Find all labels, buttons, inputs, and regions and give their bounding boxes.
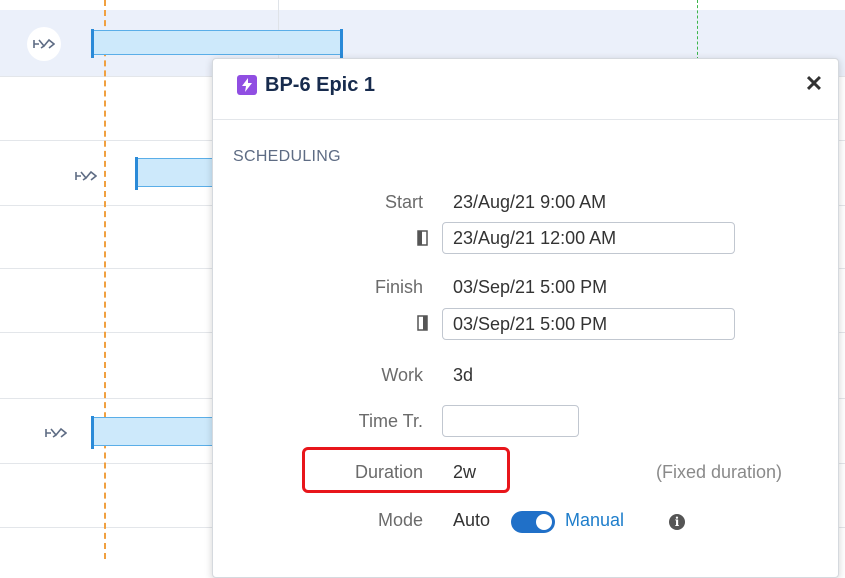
- popup-header: BP-6 Epic 1 ✕: [213, 59, 838, 120]
- mode-toggle[interactable]: [511, 511, 555, 533]
- finish-label: Finish: [374, 277, 423, 297]
- start-date-input[interactable]: 23/Aug/21 12:00 AM: [442, 222, 735, 254]
- popup-title: BP-6 Epic 1: [265, 74, 376, 96]
- pin-icon[interactable]: [27, 27, 61, 61]
- deadline-line: [697, 0, 698, 60]
- finish-date-input[interactable]: 03/Sep/21 5:00 PM: [442, 308, 735, 340]
- today-line: [104, 0, 106, 559]
- work-label: Work: [381, 365, 423, 385]
- finish-value: 03/Sep/21 5:00 PM: [453, 277, 608, 297]
- task-bar[interactable]: [91, 29, 343, 58]
- info-icon[interactable]: i: [669, 514, 685, 530]
- close-icon[interactable]: ✕: [804, 73, 824, 95]
- work-value: 3d: [453, 365, 474, 385]
- lightning-icon: [237, 75, 257, 95]
- task-bar[interactable]: [91, 416, 222, 449]
- mode-manual-label[interactable]: Manual: [565, 510, 624, 531]
- fixed-duration-note: (Fixed duration): [656, 462, 783, 482]
- mode-label: Mode: [377, 510, 423, 530]
- start-pin-icon[interactable]: [417, 230, 429, 246]
- finish-pin-icon[interactable]: [417, 315, 429, 331]
- task-details-popup: BP-6 Epic 1 ✕ SCHEDULING Start 23/Aug/21…: [212, 58, 839, 578]
- time-tracked-input[interactable]: [442, 405, 579, 437]
- mode-auto-label[interactable]: Auto: [453, 510, 490, 531]
- time-tracked-label: Time Tr.: [358, 411, 423, 431]
- highlight-box: [302, 447, 510, 493]
- pin-icon[interactable]: [39, 416, 73, 450]
- start-label: Start: [384, 192, 423, 212]
- start-value: 23/Aug/21 9:00 AM: [453, 192, 607, 212]
- section-title: SCHEDULING: [233, 148, 341, 165]
- pin-icon[interactable]: [69, 159, 103, 193]
